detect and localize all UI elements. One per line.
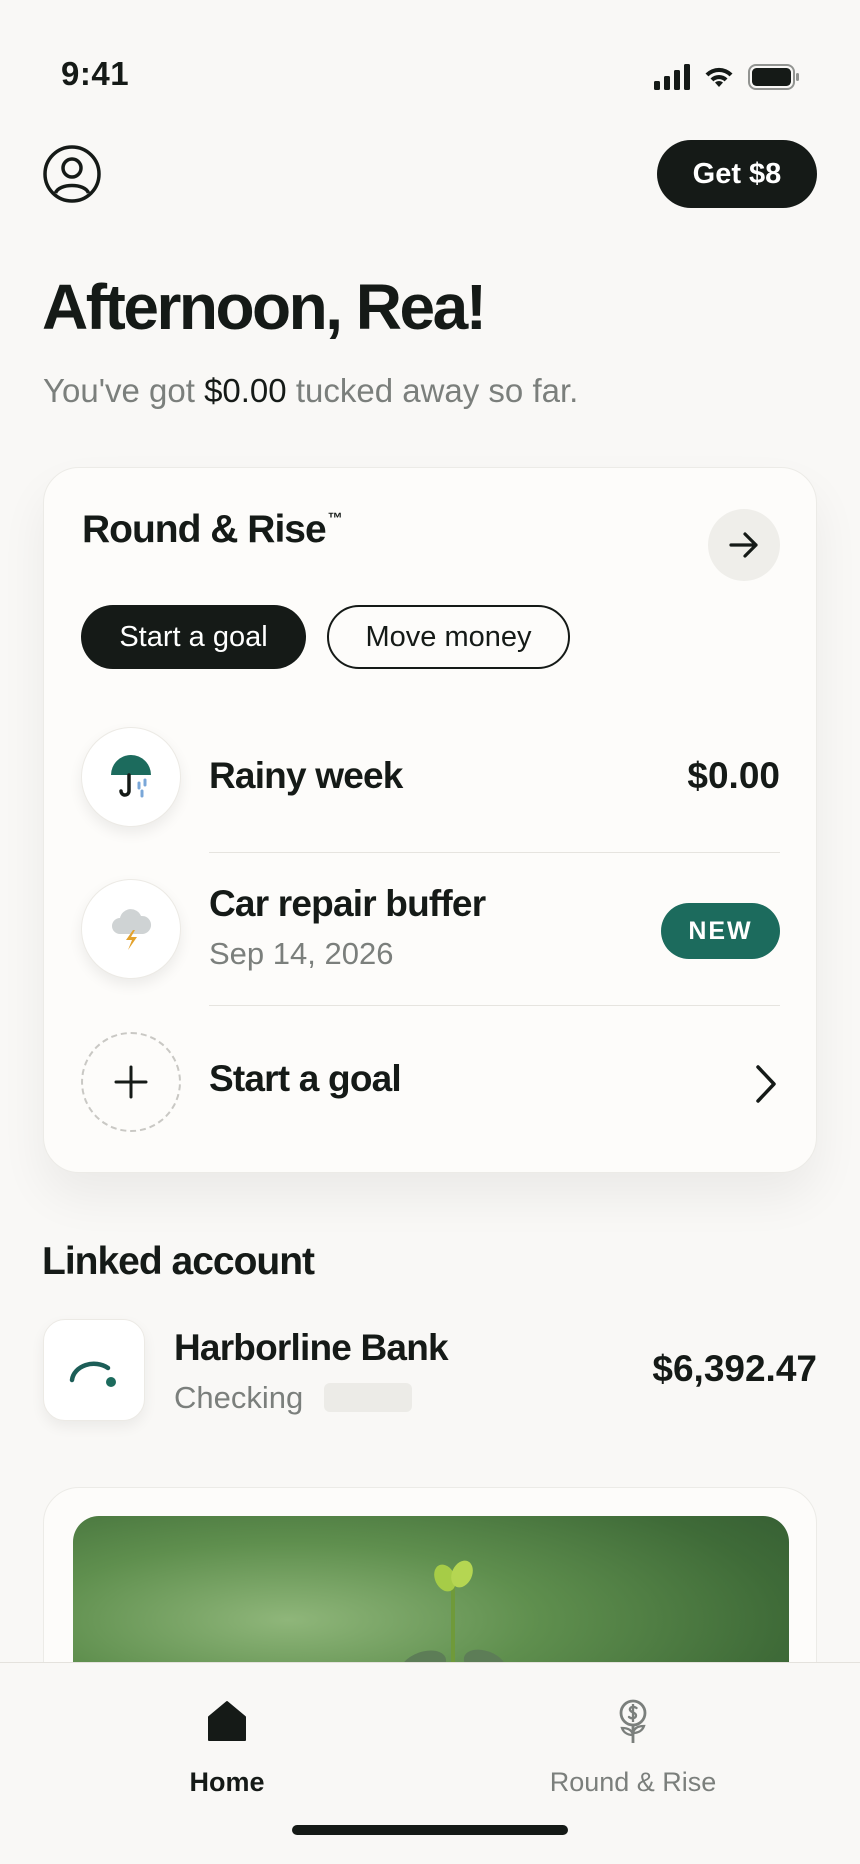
tab-label: Home — [189, 1767, 265, 1797]
home-indicator — [292, 1825, 568, 1835]
new-badge: NEW — [661, 903, 780, 959]
start-goal-button[interactable]: Start a goal — [81, 605, 306, 669]
divider — [209, 852, 780, 853]
arrow-right-icon — [729, 532, 758, 558]
status-time: 9:41 — [61, 55, 130, 92]
add-goal-label: Start a goal — [209, 1058, 402, 1099]
tab-round-rise[interactable]: Round & Rise — [503, 1693, 763, 1798]
savings-summary-prefix: You've got — [43, 372, 195, 409]
bank-logo[interactable] — [43, 1319, 145, 1421]
savings-summary-suffix: tucked away so far. — [295, 372, 579, 409]
top-row: Get $8 — [43, 140, 817, 210]
card-open-button[interactable] — [708, 509, 780, 581]
trademark: ™ — [327, 510, 343, 527]
wifi-icon — [705, 67, 733, 87]
plus-icon — [114, 1065, 148, 1099]
round-rise-card: Round & Rise ™ Start a goal Move money Ra… — [43, 467, 817, 1173]
savings-summary: You've got $0.00 tucked away so far. — [43, 372, 578, 410]
storm-cloud-icon — [112, 909, 152, 950]
tab-label: Round & Rise — [549, 1767, 717, 1797]
masked-account-number — [324, 1383, 412, 1412]
card-title-text: Round & Rise — [82, 508, 327, 551]
umbrella-icon — [111, 755, 151, 798]
goal-icon-container — [81, 727, 181, 827]
goal-icon-container — [81, 879, 181, 979]
card-title: Round & Rise ™ — [82, 508, 343, 552]
linked-account-title: Linked account — [42, 1240, 315, 1283]
cellular-signal-icon — [654, 64, 690, 90]
add-goal-row[interactable]: Start a goal — [81, 1032, 780, 1132]
goal-amount: $0.00 — [687, 755, 780, 796]
divider — [209, 1005, 780, 1006]
chevron-right-icon — [756, 1065, 776, 1103]
money-plant-icon — [619, 1699, 647, 1743]
tab-icon-container — [503, 1693, 763, 1749]
goal-row-car-repair-buffer[interactable]: Car repair buffer Sep 14, 2026 NEW — [81, 879, 780, 979]
tab-home[interactable]: Home — [97, 1693, 357, 1798]
add-goal-icon-container — [81, 1032, 181, 1132]
account-type: Checking — [174, 1380, 304, 1415]
home-icon — [208, 1701, 246, 1741]
profile-button[interactable] — [43, 145, 101, 203]
goal-name: Car repair buffer — [209, 883, 486, 924]
greeting-title: Afternoon, Rea! — [42, 271, 487, 343]
goal-row-rainy-week[interactable]: Rainy week $0.00 — [81, 727, 780, 827]
battery-icon — [748, 64, 799, 90]
goal-date: Sep 14, 2026 — [209, 936, 394, 971]
account-balance: $6,392.47 — [652, 1348, 817, 1389]
bank-name: Harborline Bank — [174, 1327, 449, 1368]
user-profile-icon — [43, 145, 101, 203]
goal-name: Rainy week — [209, 755, 403, 796]
status-bar: 9:41 — [0, 0, 860, 140]
tab-icon-container — [97, 1693, 357, 1749]
savings-amount: $0.00 — [204, 372, 287, 409]
referral-get-button[interactable]: Get $8 — [657, 140, 817, 208]
harborline-bank-logo-icon — [69, 1361, 116, 1387]
move-money-button[interactable]: Move money — [327, 605, 570, 669]
status-icons — [654, 64, 800, 90]
